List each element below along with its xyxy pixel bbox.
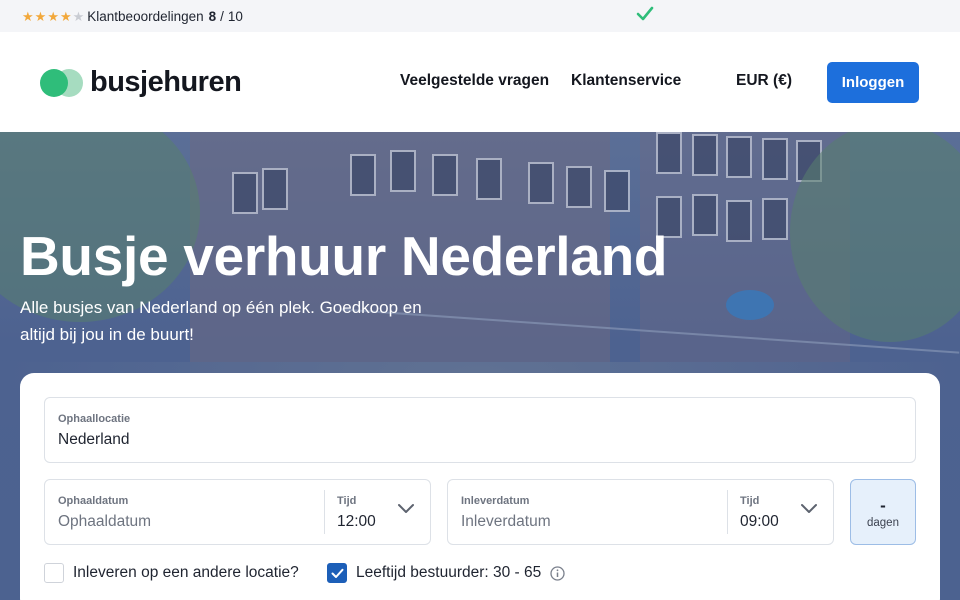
other-location-checkbox[interactable] (44, 563, 64, 583)
nav-link-faq[interactable]: Veelgestelde vragen (400, 72, 549, 90)
rating-max: 10 (227, 8, 243, 24)
rental-days-value: - (880, 496, 886, 515)
nav-link-customer-service[interactable]: Klantenservice (571, 72, 681, 90)
rating-stars: ★ ★ ★ ★ ★ (22, 10, 84, 23)
star-filled-icon: ★ (22, 8, 34, 24)
driver-age-checkbox[interactable] (327, 563, 347, 583)
pickup-time-label: Tijd (337, 495, 357, 507)
star-filled-icon: ★ (34, 8, 47, 24)
star-empty-icon: ★ (72, 8, 85, 24)
pickup-date-time-field: Ophaaldatum Ophaaldatum Tijd 12:00 (44, 479, 431, 545)
info-icon[interactable] (550, 565, 565, 581)
driver-age-option[interactable]: Leeftijd bestuurder: 30 - 65 (327, 563, 565, 583)
pickup-date-input[interactable]: Ophaaldatum (58, 513, 151, 531)
rating-label: Klantbeoordelingen (87, 8, 204, 24)
star-filled-icon: ★ (47, 8, 59, 24)
logo-mark-icon (40, 68, 84, 97)
chevron-down-icon[interactable] (397, 502, 415, 520)
rental-days-counter: - dagen (850, 479, 916, 545)
currency-selector[interactable]: EUR (€) (736, 72, 792, 90)
login-button[interactable]: Inloggen (827, 62, 919, 103)
pickup-date-label: Ophaaldatum (58, 495, 129, 507)
usp-item (636, 6, 654, 22)
dropoff-time-select[interactable]: 09:00 (740, 513, 779, 531)
pickup-location-label: Ophaallocatie (58, 413, 131, 425)
dropoff-date-time-field: Inleverdatum Inleverdatum Tijd 09:00 (447, 479, 834, 545)
rating-separator: / (220, 8, 224, 24)
dropoff-time-label: Tijd (740, 495, 760, 507)
pickup-location-field[interactable]: Ophaallocatie Nederland (44, 397, 916, 463)
booking-form: Ophaallocatie Nederland Ophaaldatum Opha… (20, 373, 940, 600)
divider (324, 490, 325, 534)
driver-age-label[interactable]: Leeftijd bestuurder: 30 - 65 (356, 564, 541, 582)
star-filled-icon: ★ (59, 8, 72, 24)
chevron-down-icon[interactable] (800, 502, 818, 520)
site-header: busjehuren Veelgestelde vragen Klantense… (0, 32, 960, 132)
other-location-label[interactable]: Inleveren op een andere locatie? (73, 564, 299, 582)
logo[interactable]: busjehuren (40, 66, 242, 99)
pickup-time-select[interactable]: 12:00 (337, 513, 376, 531)
logo-text: busjehuren (90, 66, 242, 98)
top-bar: ★ ★ ★ ★ ★ Klantbeoordelingen 8 / 10 (0, 0, 960, 32)
rental-days-label: dagen (867, 517, 899, 529)
dropoff-date-label: Inleverdatum (461, 495, 530, 507)
divider (727, 490, 728, 534)
other-location-option[interactable]: Inleveren op een andere locatie? (44, 563, 299, 583)
hero-title: Busje verhuur Nederland (20, 225, 668, 287)
hero-subtitle: Alle busjes van Nederland op één plek. G… (20, 298, 422, 344)
pickup-location-value[interactable]: Nederland (58, 431, 130, 449)
dropoff-date-input[interactable]: Inleverdatum (461, 513, 551, 531)
rating-score: 8 (208, 8, 217, 24)
checkmark-icon (331, 568, 343, 578)
check-icon (636, 6, 654, 22)
